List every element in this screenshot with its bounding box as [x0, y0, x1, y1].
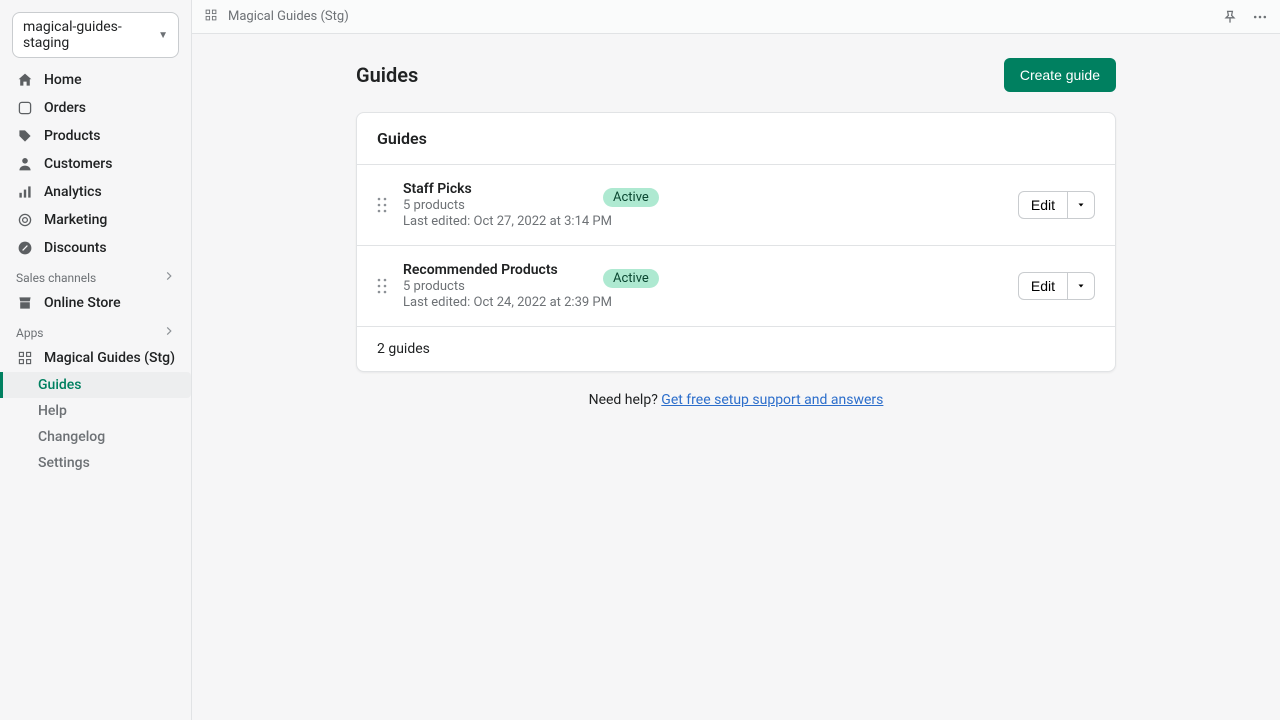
guide-products: 5 products	[403, 198, 603, 213]
nav-products[interactable]: Products	[0, 122, 191, 150]
main: Magical Guides (Stg) Guides Create guide…	[192, 0, 1280, 720]
guide-title: Recommended Products	[403, 262, 603, 278]
nav-home[interactable]: Home	[0, 66, 191, 94]
chevron-right-icon	[163, 270, 175, 285]
guide-row: Staff Picks 5 products Active Last edite…	[357, 165, 1115, 246]
edit-dropdown-button[interactable]	[1068, 272, 1095, 300]
topbar: Magical Guides (Stg)	[192, 0, 1280, 34]
subnav-help[interactable]: Help	[22, 398, 191, 424]
drag-handle-icon[interactable]	[377, 278, 391, 294]
drag-handle-icon[interactable]	[377, 197, 391, 213]
customers-icon	[16, 155, 34, 173]
pin-icon[interactable]	[1222, 9, 1238, 25]
guide-title: Staff Picks	[403, 181, 603, 197]
store-selector[interactable]: magical-guides-staging ▼	[12, 12, 179, 58]
subnav-changelog[interactable]: Changelog	[22, 424, 191, 450]
guide-last-edited: Last edited: Oct 27, 2022 at 3:14 PM	[403, 214, 659, 229]
card-footer: 2 guides	[357, 327, 1115, 371]
guides-card: Guides Staff Picks 5 products Acti	[356, 112, 1116, 372]
nav-marketing[interactable]: Marketing	[0, 206, 191, 234]
edit-button[interactable]: Edit	[1018, 272, 1068, 300]
section-apps[interactable]: Apps	[0, 317, 191, 344]
nav-discounts[interactable]: Discounts	[0, 234, 191, 262]
page-header: Guides Create guide	[356, 58, 1116, 92]
analytics-icon	[16, 183, 34, 201]
nav-app-magical-guides[interactable]: Magical Guides (Stg)	[0, 344, 191, 372]
more-icon[interactable]	[1252, 9, 1268, 25]
guide-row: Recommended Products 5 products Active L…	[357, 246, 1115, 327]
caret-down-icon: ▼	[158, 30, 168, 41]
app-subnav: Guides Help Changelog Settings	[0, 372, 191, 476]
nav-analytics[interactable]: Analytics	[0, 178, 191, 206]
app-icon	[16, 349, 34, 367]
nav-customers[interactable]: Customers	[0, 150, 191, 178]
products-icon	[16, 127, 34, 145]
subnav-settings[interactable]: Settings	[22, 450, 191, 476]
help-link[interactable]: Get free setup support and answers	[661, 392, 883, 408]
guide-products: 5 products	[403, 279, 603, 294]
sidebar: magical-guides-staging ▼ Home Orders Pro…	[0, 0, 192, 720]
help-line: Need help? Get free setup support and an…	[356, 392, 1116, 408]
page-title: Guides	[356, 63, 418, 87]
marketing-icon	[16, 211, 34, 229]
section-sales-channels[interactable]: Sales channels	[0, 262, 191, 289]
guide-last-edited: Last edited: Oct 24, 2022 at 2:39 PM	[403, 295, 659, 310]
edit-button[interactable]: Edit	[1018, 191, 1068, 219]
app-grid-icon	[204, 8, 218, 26]
status-badge: Active	[603, 188, 659, 207]
card-title: Guides	[357, 113, 1115, 165]
subnav-guides[interactable]: Guides	[0, 372, 191, 398]
store-name: magical-guides-staging	[23, 19, 158, 51]
chevron-right-icon	[163, 325, 175, 340]
edit-dropdown-button[interactable]	[1068, 191, 1095, 219]
discounts-icon	[16, 239, 34, 257]
create-guide-button[interactable]: Create guide	[1004, 58, 1116, 92]
store-icon	[16, 294, 34, 312]
orders-icon	[16, 99, 34, 117]
topbar-title: Magical Guides (Stg)	[228, 9, 349, 24]
nav-orders[interactable]: Orders	[0, 94, 191, 122]
status-badge: Active	[603, 269, 659, 288]
home-icon	[16, 71, 34, 89]
nav-online-store[interactable]: Online Store	[0, 289, 191, 317]
